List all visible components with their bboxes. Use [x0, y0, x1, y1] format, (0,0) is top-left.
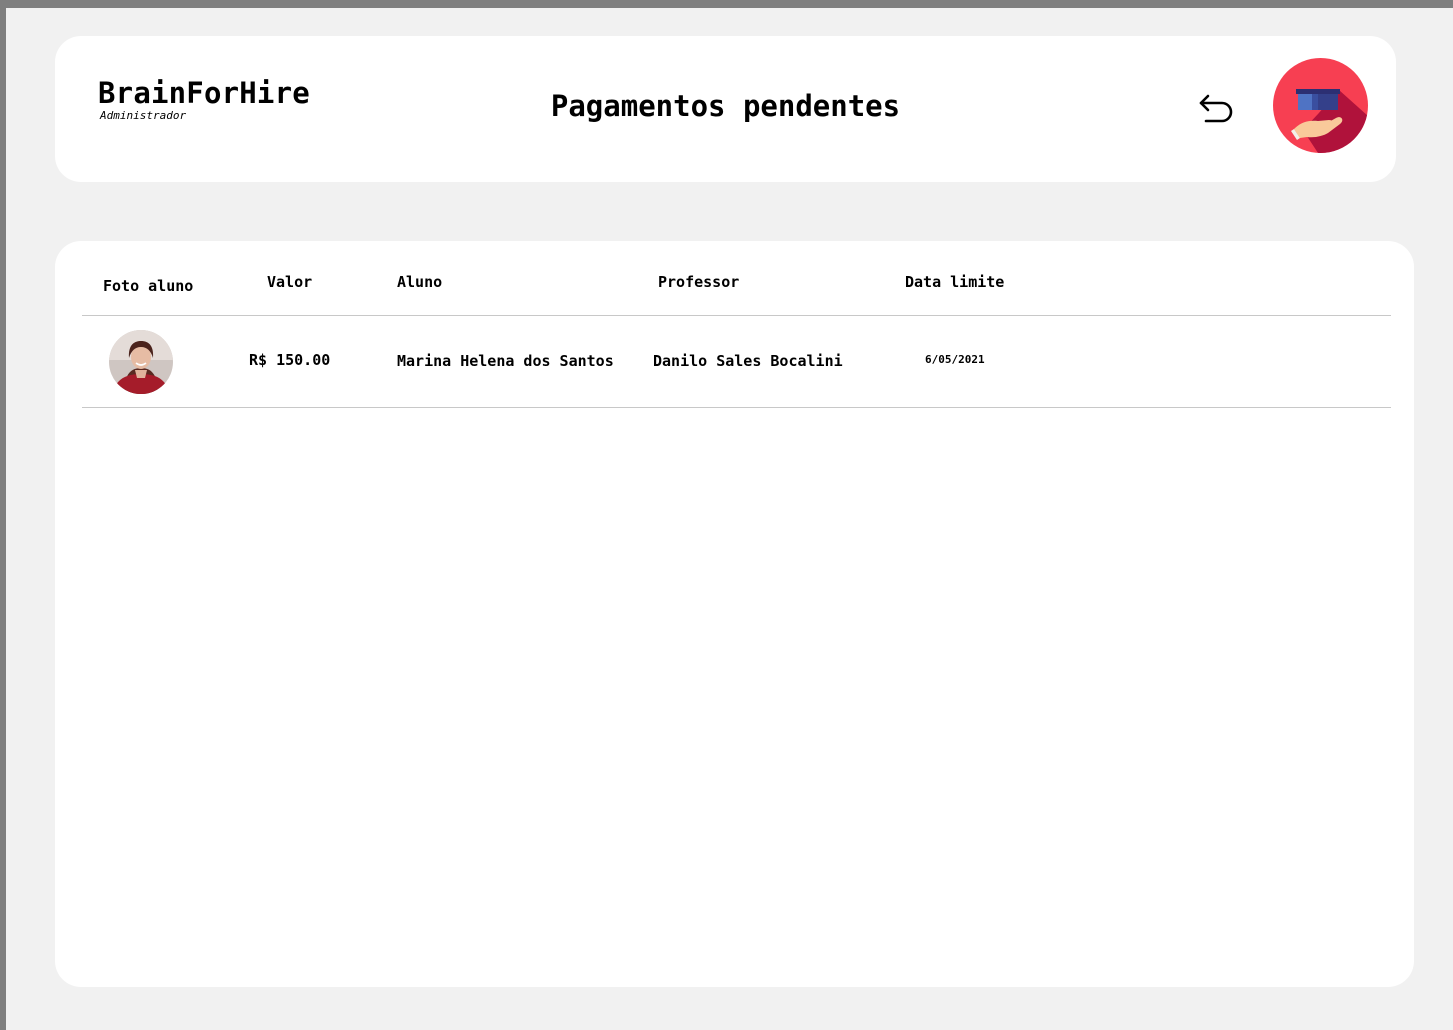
column-header-data-limite: Data limite [905, 273, 1005, 291]
header-card: BrainForHire Administrador Pagamentos pe… [55, 36, 1396, 182]
page-title: Pagamentos pendentes [550, 89, 901, 123]
student-name: Marina Helena dos Santos [397, 352, 614, 370]
payment-value: R$ 150.00 [249, 351, 331, 369]
teacher-name: Danilo Sales Bocalini [653, 352, 843, 370]
row-divider [82, 407, 1391, 408]
column-header-aluno: Aluno [397, 273, 443, 291]
due-date: 6/05/2021 [925, 353, 985, 366]
column-header-valor: Valor [267, 273, 313, 291]
column-header-professor: Professor [658, 273, 740, 291]
graduation-cap-hand-logo[interactable] [1273, 58, 1368, 153]
page-background: BrainForHire Administrador Pagamentos pe… [6, 8, 1453, 1030]
payments-table: Foto aluno Valor Aluno Professor Data li… [55, 241, 1414, 987]
header-divider [82, 315, 1391, 316]
student-avatar [109, 330, 173, 394]
back-arrow-icon[interactable] [1196, 91, 1236, 123]
column-header-foto-aluno: Foto aluno [103, 277, 194, 295]
